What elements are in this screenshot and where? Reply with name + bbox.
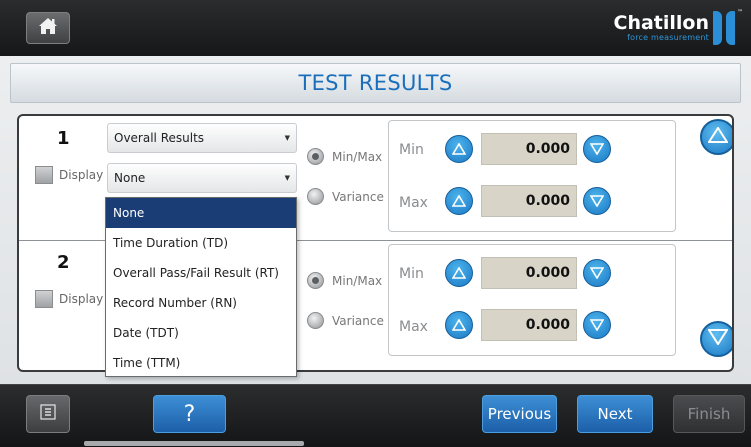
row-1-minmax-label: Min/Max <box>332 150 383 164</box>
dropdown-option[interactable]: Record Number (RN) <box>106 288 296 318</box>
horizontal-scrollbar[interactable] <box>84 441 304 446</box>
triangle-down-icon <box>589 316 605 335</box>
row-2-display-label: Display <box>59 292 104 306</box>
row-2-max-value[interactable]: 0.000 <box>481 309 577 341</box>
field-dropdown-list: None Time Duration (TD) Overall Pass/Fai… <box>105 197 297 377</box>
row-1-max-down-button[interactable] <box>583 187 611 215</box>
scroll-up-button[interactable] <box>700 119 732 155</box>
triangle-up-icon <box>451 192 467 211</box>
row-1-minmax-radio[interactable] <box>307 148 324 165</box>
row-2-min-down-button[interactable] <box>583 259 611 287</box>
row-2-minmax-label: Min/Max <box>332 274 383 288</box>
row-2-min-label: Min <box>399 266 424 282</box>
row-2-minmax-radio[interactable] <box>307 272 324 289</box>
row-1-variance-label: Variance <box>332 190 384 204</box>
chevron-down-icon: ▼ <box>284 134 290 142</box>
row-1-min-label: Min <box>399 142 424 158</box>
row-2-display-checkbox[interactable] <box>35 290 53 308</box>
next-button[interactable]: Next <box>577 395 653 433</box>
row-1-field-select-value: None <box>114 171 146 185</box>
row-1-max-value[interactable]: 0.000 <box>481 185 577 217</box>
finish-button[interactable]: Finish <box>673 395 745 433</box>
row-2-min-value[interactable]: 0.000 <box>481 257 577 289</box>
sort-list-icon <box>40 404 56 424</box>
home-icon <box>38 17 58 39</box>
row-2-max-down-button[interactable] <box>583 311 611 339</box>
row-2-number: 2 <box>57 252 70 273</box>
title-band: TEST RESULTS <box>10 63 741 103</box>
triangle-up-icon <box>451 316 467 335</box>
triangle-down-icon <box>589 264 605 283</box>
row-1-min-value[interactable]: 0.000 <box>481 133 577 165</box>
home-button[interactable] <box>26 12 70 44</box>
trademark: ™ <box>737 9 743 16</box>
dropdown-option[interactable]: Overall Pass/Fail Result (RT) <box>106 258 296 288</box>
row-1-max-up-button[interactable] <box>445 187 473 215</box>
row-1-max-label: Max <box>399 195 428 211</box>
row-2-variance-radio[interactable] <box>307 312 324 329</box>
triangle-down-icon <box>589 140 605 159</box>
row-1-display-checkbox[interactable] <box>35 166 53 184</box>
top-bar: Chatillon force measurement ™ <box>0 0 751 56</box>
row-1-minmax-box: Min 0.000 Max 0.000 <box>388 120 676 232</box>
dropdown-option[interactable]: Time Duration (TD) <box>106 228 296 258</box>
row-1-min-down-button[interactable] <box>583 135 611 163</box>
row-1-min-up-button[interactable] <box>445 135 473 163</box>
previous-button[interactable]: Previous <box>482 395 557 433</box>
brand-logo: Chatillon force measurement ™ <box>613 6 743 50</box>
row-1-number: 1 <box>57 128 70 149</box>
row-2-minmax-box: Min 0.000 Max 0.000 <box>388 244 676 356</box>
menu-button[interactable] <box>26 395 70 433</box>
chevron-down-icon: ▼ <box>284 174 290 182</box>
triangle-up-icon <box>707 126 729 147</box>
dropdown-option[interactable]: Date (TDT) <box>106 318 296 348</box>
dropdown-option[interactable]: None <box>106 198 296 228</box>
row-1-variance-radio[interactable] <box>307 188 324 205</box>
row-2-max-label: Max <box>399 319 428 335</box>
triangle-up-icon <box>451 140 467 159</box>
triangle-up-icon <box>451 264 467 283</box>
scroll-down-button[interactable] <box>700 321 732 357</box>
triangle-down-icon <box>707 329 729 349</box>
row-1-result-select-value: Overall Results <box>114 131 205 145</box>
dropdown-option[interactable]: Time (TTM) <box>106 348 296 378</box>
row-2-min-up-button[interactable] <box>445 259 473 287</box>
brand-mark-icon: ™ <box>713 9 743 45</box>
page-title: TEST RESULTS <box>298 71 453 95</box>
row-1-display-label: Display <box>59 168 104 182</box>
row-2-variance-label: Variance <box>332 314 384 328</box>
help-button[interactable]: ? <box>153 395 226 433</box>
row-2-max-up-button[interactable] <box>445 311 473 339</box>
bottom-bar: ? Previous Next Finish <box>0 384 751 447</box>
row-1-result-select[interactable]: Overall Results ▼ <box>107 123 297 153</box>
row-1-field-select[interactable]: None ▼ <box>107 163 297 193</box>
brand-name: Chatillon <box>613 12 710 34</box>
brand-tagline: force measurement <box>627 33 709 42</box>
triangle-down-icon <box>589 192 605 211</box>
